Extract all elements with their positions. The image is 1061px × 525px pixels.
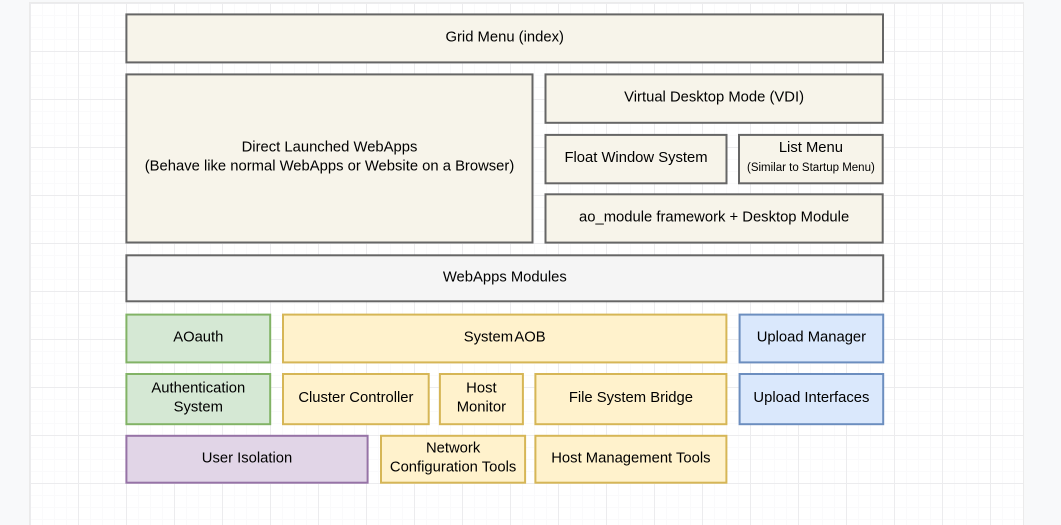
svg-text:Host Management Tools: Host Management Tools	[551, 450, 710, 466]
svg-text:Cluster Controller: Cluster Controller	[298, 390, 413, 406]
svg-text:Host: Host	[466, 380, 496, 396]
svg-text:List Menu: List Menu	[779, 140, 843, 156]
svg-text:Direct Launched WebApps: Direct Launched WebApps	[242, 140, 418, 156]
svg-text:AOauth: AOauth	[173, 330, 223, 346]
svg-text:File System Bridge: File System Bridge	[569, 390, 693, 406]
svg-text:(Similar to Startup Menu): (Similar to Startup Menu)	[747, 162, 875, 174]
svg-text:ao_module framework + Desktop: ao_module framework + Desktop Module	[579, 210, 849, 226]
svg-text:(Behave like normal WebApps or: (Behave like normal WebApps or Website o…	[145, 159, 515, 175]
svg-text:Upload Manager: Upload Manager	[757, 330, 866, 346]
svg-text:Upload Interfaces: Upload Interfaces	[753, 390, 869, 406]
svg-text:Authentication: Authentication	[151, 380, 245, 396]
svg-text:User Isolation: User Isolation	[202, 450, 292, 466]
svg-text:System: System	[174, 399, 223, 415]
svg-text:Float Window System: Float Window System	[564, 150, 707, 166]
svg-text:Configuration Tools: Configuration Tools	[390, 460, 516, 476]
svg-text:System AOB: System AOB	[464, 330, 546, 346]
svg-text:Network: Network	[426, 441, 481, 457]
svg-text:Virtual Desktop Mode (VDI): Virtual Desktop Mode (VDI)	[624, 90, 804, 106]
svg-text:Monitor: Monitor	[457, 399, 506, 415]
svg-text:Grid Menu (index): Grid Menu (index)	[445, 29, 563, 45]
svg-text:WebApps Modules: WebApps Modules	[443, 269, 567, 285]
